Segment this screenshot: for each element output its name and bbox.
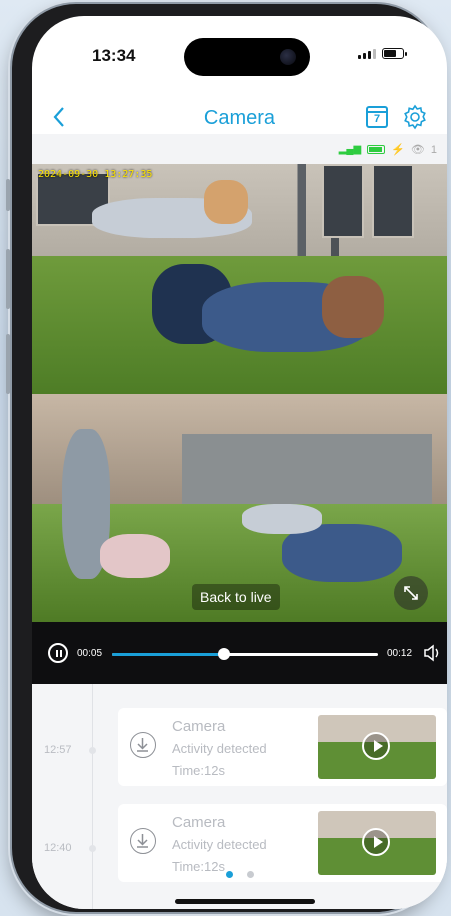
event-list: 12:57 Camera Activity detected Time:12s … xyxy=(32,684,447,909)
calendar-icon[interactable]: 7 xyxy=(366,106,388,128)
speaker-icon[interactable] xyxy=(422,643,442,668)
calendar-day: 7 xyxy=(373,113,381,125)
eye-icon: 👁 xyxy=(410,144,425,156)
back-to-live-button[interactable]: Back to live xyxy=(192,584,280,610)
event-camera-name: Camera xyxy=(172,718,226,735)
home-indicator[interactable] xyxy=(175,899,315,904)
dynamic-island xyxy=(184,38,310,76)
camera-status-icons: ▂▄▆ ⚡ 👁 1 xyxy=(338,143,437,157)
event-duration: Time:12s xyxy=(172,763,225,778)
scene-person-head xyxy=(322,276,384,338)
status-time: 13:34 xyxy=(92,46,136,65)
camera-status-bar: ▂▄▆ ⚡ 👁 1 xyxy=(32,134,447,164)
camera-battery-icon xyxy=(367,145,386,154)
scene-door xyxy=(372,164,414,238)
event-time: 12:57 xyxy=(44,744,72,756)
play-icon[interactable] xyxy=(362,732,390,760)
progress-knob[interactable] xyxy=(217,648,230,660)
pause-icon[interactable] xyxy=(48,643,68,663)
phone-frame: 13:34 Camera 7 ▂▄▆ ⚡ 👁 1 2024-09-30 13:2… xyxy=(6,4,447,912)
action-button xyxy=(6,179,10,211)
gear-icon[interactable] xyxy=(402,104,428,135)
wifi-signal-icon: ▂▄▆ xyxy=(338,144,362,155)
scene-girl xyxy=(100,534,170,578)
event-type: Activity detected xyxy=(172,837,267,852)
event-thumbnail[interactable] xyxy=(318,715,436,779)
video-timestamp: 2024-09-30 13:27:35 xyxy=(38,169,153,180)
video-player[interactable]: 2024-09-30 13:27:35 Back to live xyxy=(32,164,447,622)
fullscreen-icon[interactable] xyxy=(394,576,428,610)
event-time: 12:40 xyxy=(44,842,72,854)
progress-fill xyxy=(112,653,224,656)
elapsed-time: 00:05 xyxy=(77,648,103,659)
timeline-dot xyxy=(89,747,96,754)
page-dot-active[interactable] xyxy=(225,871,233,878)
scene-building xyxy=(182,434,432,509)
front-camera xyxy=(280,49,296,65)
signal-icon xyxy=(358,48,376,59)
play-icon[interactable] xyxy=(362,828,390,856)
viewer-count: 1 xyxy=(430,143,437,156)
charging-icon: ⚡ xyxy=(391,144,405,156)
page-dot[interactable] xyxy=(246,871,254,878)
playback-controls: 00:05 00:12 xyxy=(32,622,447,684)
event-type: Activity detected xyxy=(172,741,267,756)
volume-up-button xyxy=(6,249,10,309)
event-card[interactable]: Camera Activity detected Time:12s xyxy=(118,708,447,786)
scene-boy xyxy=(242,504,322,534)
scene-door xyxy=(322,164,364,238)
volume-down-button xyxy=(6,334,10,394)
total-duration: 00:12 xyxy=(387,648,413,659)
download-icon[interactable] xyxy=(130,732,156,758)
status-indicators xyxy=(358,48,407,59)
progress-slider[interactable] xyxy=(112,648,378,660)
scene-child-head xyxy=(204,180,248,224)
battery-icon xyxy=(382,48,407,59)
timeline-dot xyxy=(89,845,96,852)
page-indicator xyxy=(32,871,447,878)
event-thumbnail[interactable] xyxy=(318,811,436,875)
app-screen: 13:34 Camera 7 ▂▄▆ ⚡ 👁 1 2024-09-30 13:2… xyxy=(32,16,447,909)
download-icon[interactable] xyxy=(130,828,156,854)
event-camera-name: Camera xyxy=(172,814,226,831)
